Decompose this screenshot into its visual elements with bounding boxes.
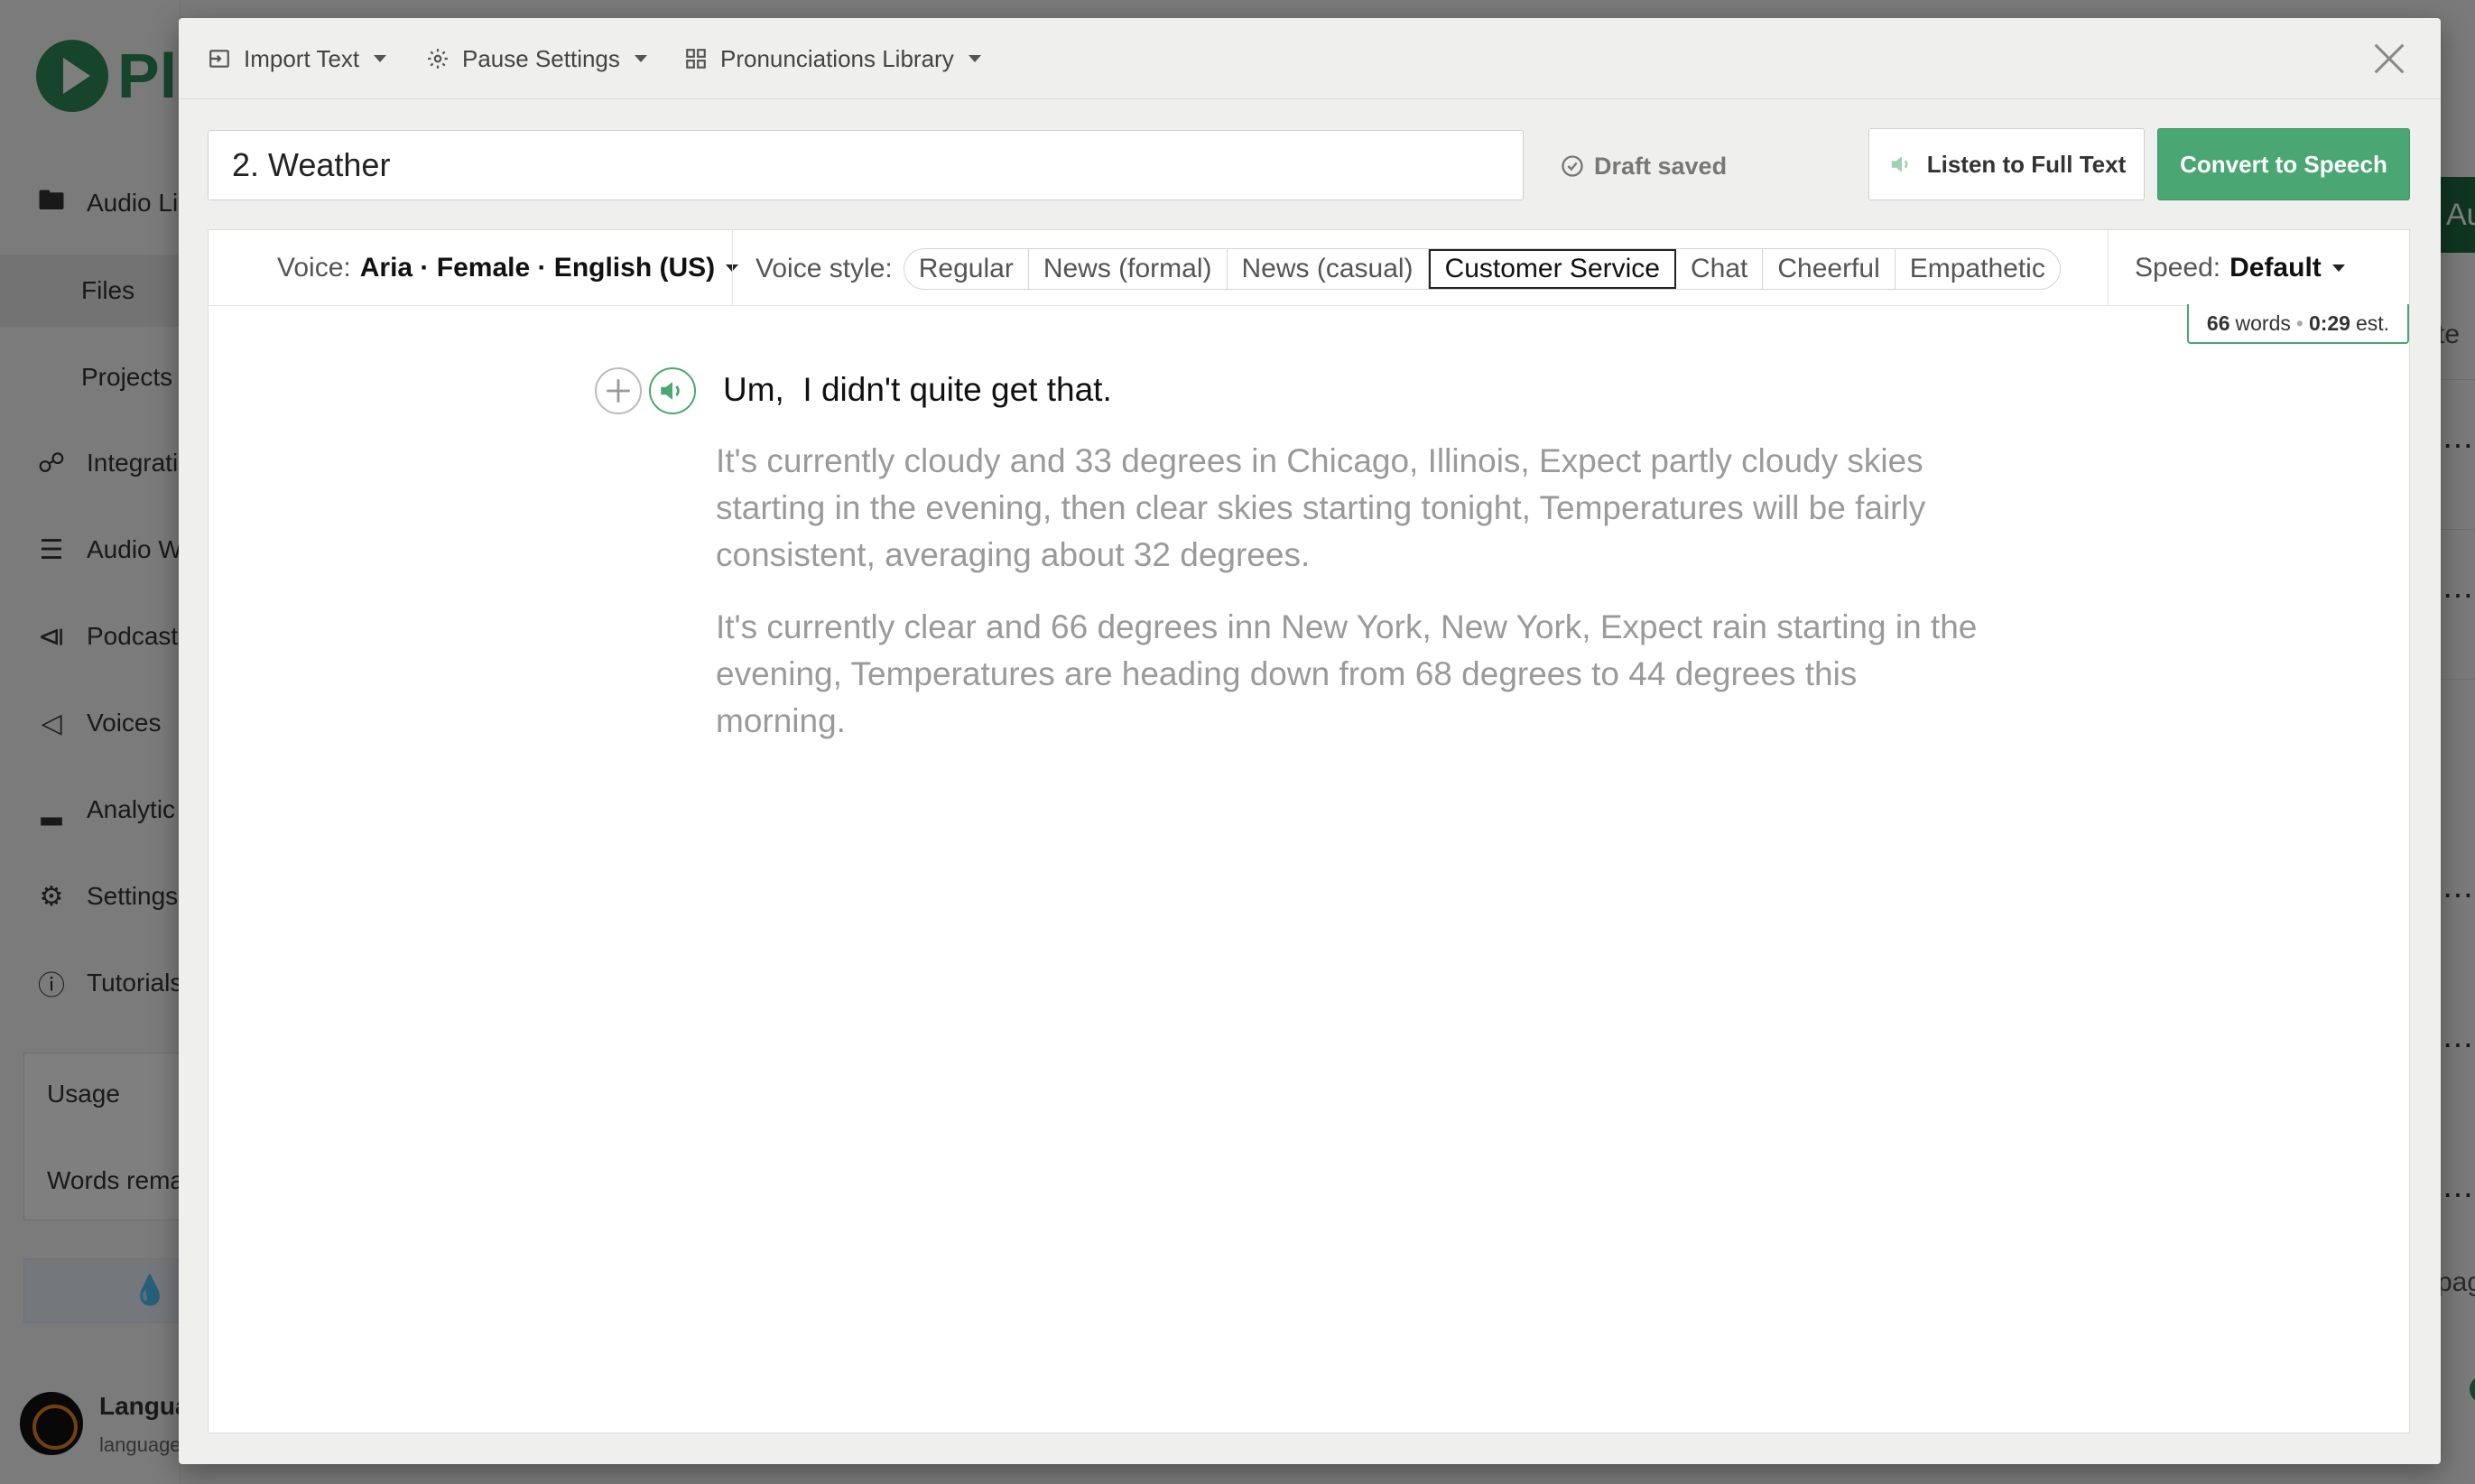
draft-status: Draft saved bbox=[1560, 148, 1727, 184]
word-count-value: 66 bbox=[2206, 311, 2230, 335]
duration-suffix: est. bbox=[2355, 311, 2390, 335]
close-icon[interactable] bbox=[2368, 38, 2410, 79]
duration-value: 0:29 bbox=[2308, 311, 2350, 335]
title-input[interactable] bbox=[208, 130, 1524, 200]
gear-icon bbox=[428, 49, 448, 69]
style-option-empathetic[interactable]: Empathetic bbox=[1896, 249, 2060, 289]
editor-panel: Voice: Aria · Female · English (US) Voic… bbox=[208, 229, 2411, 1433]
add-block-button[interactable] bbox=[595, 367, 642, 414]
divider bbox=[2108, 230, 2109, 306]
pronunciations-library-button[interactable]: Pronunciations Library bbox=[684, 38, 981, 79]
chevron-down-icon bbox=[374, 55, 387, 62]
text-paragraph[interactable]: It's currently clear and 66 degrees inn … bbox=[716, 604, 1979, 745]
plus-icon bbox=[607, 379, 630, 403]
voice-style-options: Regular News (formal) News (casual) Cust… bbox=[903, 248, 2061, 290]
word-count-label: words bbox=[2235, 311, 2291, 335]
speaker-icon bbox=[661, 382, 680, 400]
chevron-down-icon bbox=[968, 55, 981, 62]
divider bbox=[732, 230, 733, 306]
listen-full-text-label: Listen to Full Text bbox=[1926, 150, 2127, 178]
voice-style-group: Voice style: Regular News (formal) News … bbox=[755, 248, 2061, 290]
speed-select[interactable]: Speed: Default bbox=[2135, 248, 2345, 288]
style-option-news-casual[interactable]: News (casual) bbox=[1228, 249, 1429, 289]
import-text-button[interactable]: Import Text bbox=[208, 38, 387, 79]
style-option-news-formal[interactable]: News (formal) bbox=[1029, 249, 1228, 289]
grid-icon bbox=[686, 49, 706, 69]
check-circle-icon bbox=[1562, 155, 1583, 177]
pause-settings-button[interactable]: Pause Settings bbox=[426, 38, 647, 79]
voice-value: Aria · Female · English (US) bbox=[359, 253, 716, 283]
word-count-badge: 66 words • 0:29 est. bbox=[2187, 304, 2409, 344]
convert-to-speech-button[interactable]: Convert to Speech bbox=[2157, 128, 2410, 200]
import-text-label: Import Text bbox=[244, 44, 360, 72]
voice-label: Voice: bbox=[277, 253, 351, 283]
style-option-cheerful[interactable]: Cheerful bbox=[1763, 249, 1896, 289]
speed-value: Default bbox=[2229, 253, 2322, 283]
chevron-down-icon bbox=[634, 55, 647, 62]
pause-settings-label: Pause Settings bbox=[462, 44, 620, 72]
play-block-button[interactable] bbox=[649, 367, 696, 414]
modal-toolbar: Import Text Pause Settings Pronunciation… bbox=[179, 18, 2441, 99]
draft-status-label: Draft saved bbox=[1594, 152, 1728, 180]
active-text-block[interactable]: Um, I didn't quite get that. bbox=[723, 371, 1112, 409]
pronunciations-library-label: Pronunciations Library bbox=[720, 44, 954, 72]
chevron-down-icon bbox=[2331, 264, 2345, 272]
speaker-icon bbox=[1891, 156, 1908, 172]
import-icon bbox=[209, 50, 229, 68]
style-option-customer-service[interactable]: Customer Service bbox=[1428, 249, 1676, 289]
style-option-chat[interactable]: Chat bbox=[1676, 249, 1764, 289]
text-paragraph[interactable]: It's currently cloudy and 33 degrees in … bbox=[716, 438, 1979, 579]
listen-full-text-button[interactable]: Listen to Full Text bbox=[1868, 128, 2145, 200]
voice-select[interactable]: Voice: Aria · Female · English (US) bbox=[277, 248, 739, 288]
text-editor-modal: Import Text Pause Settings Pronunciation… bbox=[179, 18, 2441, 1464]
voice-settings-bar: Voice: Aria · Female · English (US) Voic… bbox=[209, 230, 2411, 306]
separator-dot: • bbox=[2295, 311, 2304, 335]
speed-label: Speed: bbox=[2135, 253, 2221, 283]
style-option-regular[interactable]: Regular bbox=[904, 249, 1029, 289]
voice-style-label: Voice style: bbox=[755, 254, 893, 283]
convert-to-speech-label: Convert to Speech bbox=[2180, 150, 2387, 178]
